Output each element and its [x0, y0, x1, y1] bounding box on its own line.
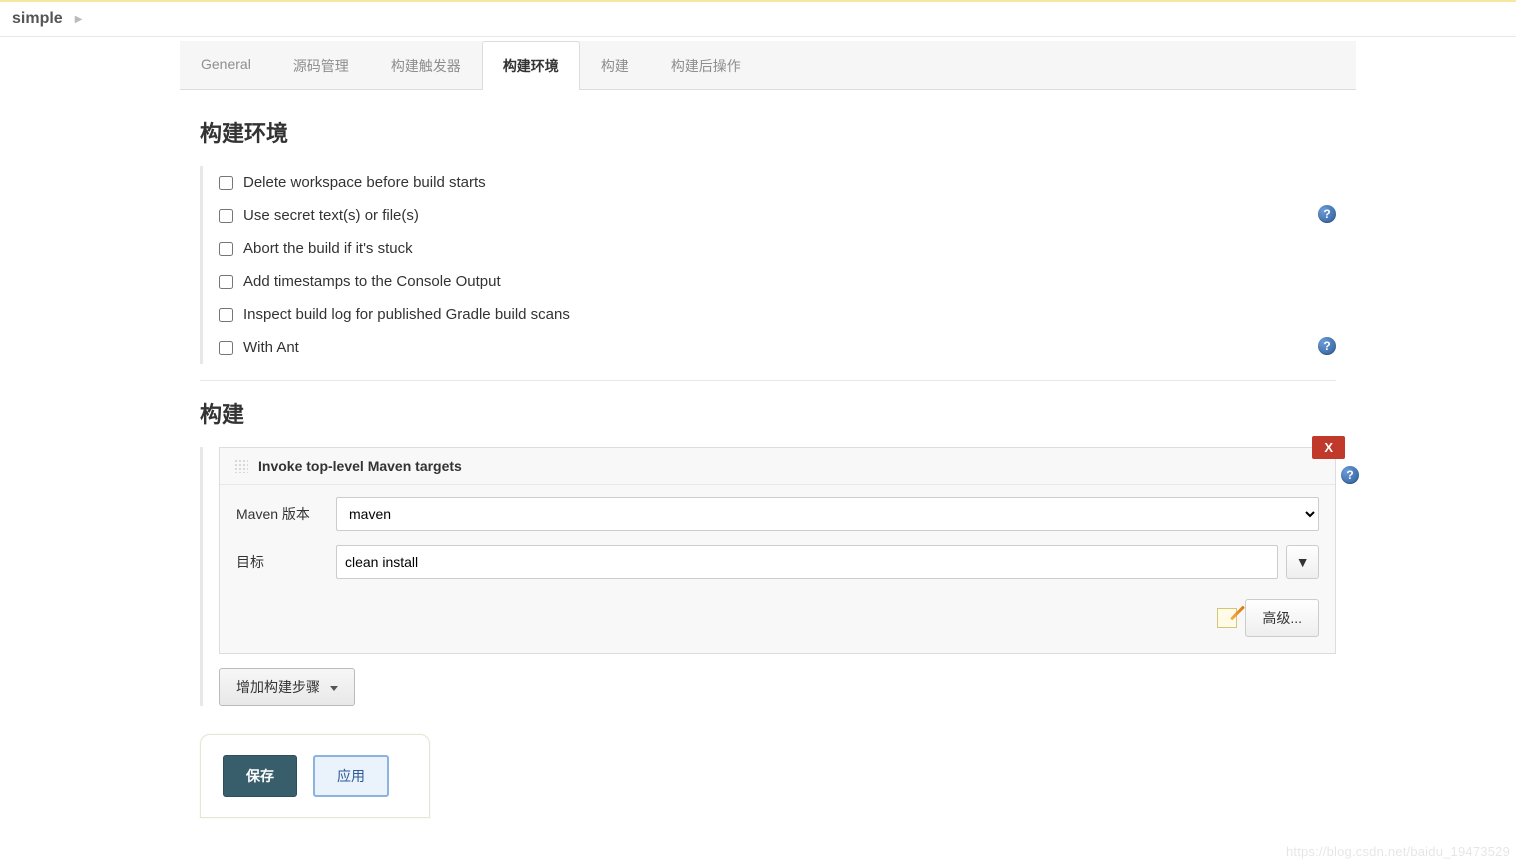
option-timestamps: Add timestamps to the Console Output	[219, 265, 1336, 298]
advanced-button[interactable]: 高级...	[1245, 599, 1319, 637]
tab-triggers[interactable]: 构建触发器	[370, 41, 482, 90]
option-abort-stuck: Abort the build if it's stuck	[219, 232, 1336, 265]
option-secret-text: Use secret text(s) or file(s) ?	[219, 199, 1336, 232]
checkbox-abort-stuck[interactable]	[219, 242, 233, 256]
build-env-heading: 构建环境	[200, 116, 1336, 148]
step-body: Maven 版本 maven 目标 ▼	[220, 485, 1335, 653]
option-delete-workspace: Delete workspace before build starts	[219, 166, 1336, 199]
save-button[interactable]: 保存	[223, 755, 297, 797]
main-content: General 源码管理 构建触发器 构建环境 构建 构建后操作 构建环境 De…	[180, 37, 1356, 818]
build-env-options: Delete workspace before build starts Use…	[200, 166, 1336, 364]
add-build-step-label: 增加构建步骤	[236, 679, 320, 695]
checkbox-gradle-scan[interactable]	[219, 308, 233, 322]
checkbox-secret-text[interactable]	[219, 209, 233, 223]
apply-button[interactable]: 应用	[313, 755, 389, 797]
checkbox-timestamps[interactable]	[219, 275, 233, 289]
field-maven-version: Maven 版本 maven	[236, 497, 1319, 531]
step-header[interactable]: Invoke top-level Maven targets	[220, 448, 1335, 485]
content-pane: 构建环境 Delete workspace before build start…	[180, 90, 1356, 818]
tabs: General 源码管理 构建触发器 构建环境 构建 构建后操作	[180, 41, 1356, 90]
label-delete-workspace[interactable]: Delete workspace before build starts	[243, 174, 486, 191]
notepad-icon	[1217, 608, 1237, 628]
advanced-row: 高级...	[236, 593, 1319, 637]
maven-version-label: Maven 版本	[236, 504, 336, 524]
help-icon[interactable]: ?	[1318, 205, 1336, 223]
tab-build[interactable]: 构建	[580, 41, 650, 90]
breadcrumb-separator-icon: ▶	[75, 14, 83, 25]
label-gradle-scan[interactable]: Inspect build log for published Gradle b…	[243, 306, 570, 323]
expand-goals-button[interactable]: ▼	[1286, 545, 1319, 579]
build-steps: X ? Invoke top-level Maven targets Maven…	[200, 447, 1336, 706]
section-divider	[200, 380, 1336, 381]
goals-input[interactable]	[336, 545, 1278, 579]
footer-actions: 保存 应用	[200, 734, 430, 818]
tab-general[interactable]: General	[180, 41, 272, 90]
tab-post[interactable]: 构建后操作	[650, 41, 762, 90]
add-build-step-button[interactable]: 增加构建步骤	[219, 668, 355, 706]
label-timestamps[interactable]: Add timestamps to the Console Output	[243, 273, 501, 290]
label-secret-text[interactable]: Use secret text(s) or file(s)	[243, 207, 419, 224]
label-abort-stuck[interactable]: Abort the build if it's stuck	[243, 240, 413, 257]
label-with-ant[interactable]: With Ant	[243, 339, 299, 356]
field-goals: 目标 ▼	[236, 545, 1319, 579]
breadcrumb-item[interactable]: simple	[12, 10, 63, 28]
tab-scm[interactable]: 源码管理	[272, 41, 370, 90]
option-gradle-scan: Inspect build log for published Gradle b…	[219, 298, 1336, 331]
help-icon[interactable]: ?	[1318, 337, 1336, 355]
build-step-maven: X ? Invoke top-level Maven targets Maven…	[219, 447, 1336, 654]
watermark: https://blog.csdn.net/baidu_19473529	[1286, 844, 1510, 859]
remove-step-button[interactable]: X	[1312, 436, 1345, 459]
maven-version-select[interactable]: maven	[336, 497, 1319, 531]
drag-handle-icon[interactable]	[234, 459, 248, 473]
option-with-ant: With Ant ?	[219, 331, 1336, 364]
goals-label: 目标	[236, 552, 336, 572]
step-title: Invoke top-level Maven targets	[258, 458, 462, 474]
help-icon[interactable]: ?	[1341, 466, 1359, 484]
chevron-down-icon: ▼	[1296, 554, 1310, 570]
caret-down-icon	[330, 686, 338, 691]
checkbox-delete-workspace[interactable]	[219, 176, 233, 190]
checkbox-with-ant[interactable]	[219, 341, 233, 355]
build-heading: 构建	[200, 397, 1336, 429]
breadcrumb: simple ▶	[0, 0, 1516, 37]
tab-build-env[interactable]: 构建环境	[482, 41, 580, 90]
